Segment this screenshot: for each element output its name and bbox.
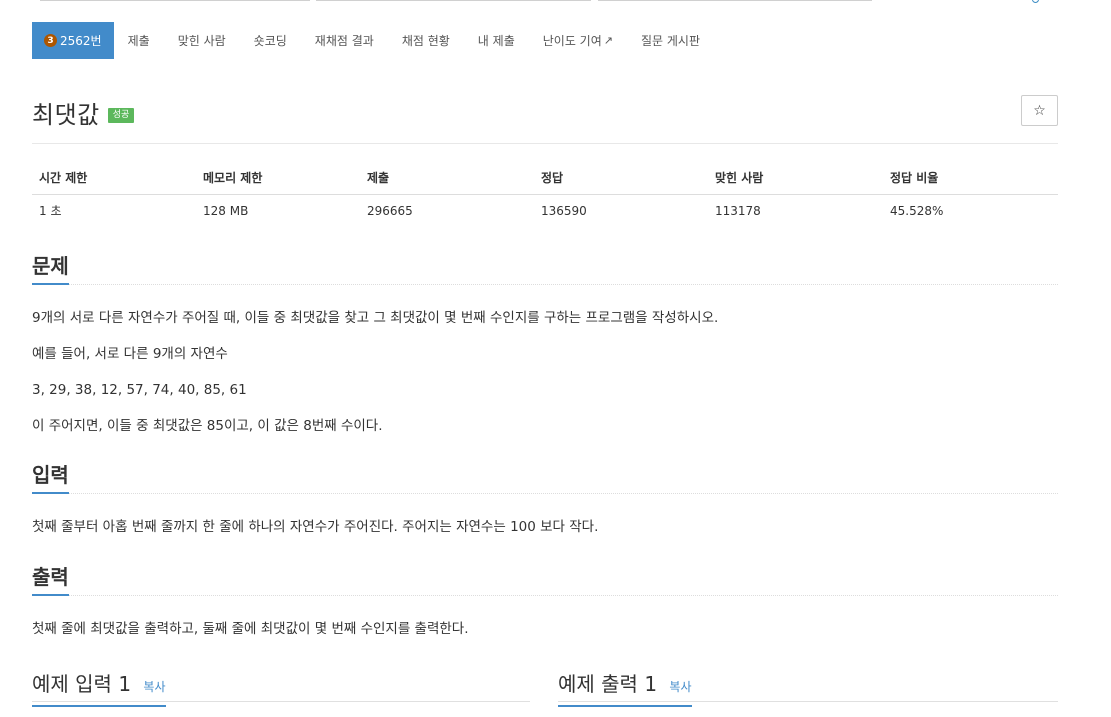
top-input-edge-3 [598,0,872,1]
nav-item-submit[interactable]: 제출 [114,22,164,59]
description-paragraph: 첫째 줄부터 아홉 번째 줄까지 한 줄에 하나의 자연수가 주어진다. 주어지… [32,519,599,535]
nav-item-short-coding[interactable]: 숏코딩 [240,22,301,59]
accepted-value: 136590 [541,203,587,218]
header-memory-limit: 메모리 제한 [196,162,360,195]
problem-info-table: 시간 제한 메모리 제한 제출 정답 맞힌 사람 정답 비율 1 초 128 M… [32,162,1058,227]
header-accept-ratio: 정답 비율 [883,162,1058,195]
output-description: 첫째 줄에 최댓값을 출력하고, 둘째 줄에 최댓값이 몇 번째 수인지를 출력… [32,596,1058,639]
tier-badge-icon: 3 [44,34,57,47]
section-header: 입력 [32,464,1058,494]
nav-item-my-submissions[interactable]: 내 제출 [464,22,529,59]
star-icon: ☆ [1033,102,1046,119]
problem-description: 9개의 서로 다른 자연수가 주어질 때, 이들 중 최댓값을 찾고 그 최댓값… [32,285,1058,436]
description-paragraph: 9개의 서로 다른 자연수가 주어질 때, 이들 중 최댓값을 찾고 그 최댓값… [32,310,719,326]
header-time-limit: 시간 제한 [32,162,196,195]
sample-output-header: 예제 출력 1 복사 [558,668,1058,707]
nav-item-label: 난이도 기여 [542,34,602,48]
description-paragraph: 3, 29, 38, 12, 57, 74, 40, 85, 61 [32,382,247,398]
section-title: 출력 [32,566,69,596]
submissions-value: 296665 [367,203,413,218]
solved-users-value: 113178 [715,203,761,218]
title-divider [32,143,1058,144]
sample-output-title: 예제 출력 1 복사 [558,668,692,707]
input-description: 첫째 줄부터 아홉 번째 줄까지 한 줄에 하나의 자연수가 주어진다. 주어지… [32,494,1058,537]
nav-item-status[interactable]: 채점 현황 [388,22,464,59]
section-title: 문제 [32,255,69,285]
problem-header: 최댓값 성공 [32,95,135,130]
description-paragraph: 예를 들어, 서로 다른 9개의 자연수 [32,346,228,362]
problem-nav: 3 2562번 제출 맞힌 사람 숏코딩 재채점 결과 채점 현황 내 제출 난… [32,22,714,59]
header-submissions: 제출 [360,162,534,195]
status-badge: 성공 [107,108,135,123]
description-paragraph: 이 주어지면, 이들 중 최댓값은 85이고, 이 값은 8번째 수이다. [32,418,383,434]
copy-input-button[interactable]: 복사 [143,680,165,694]
section-header: 문제 [32,255,1058,285]
section-header: 출력 [32,566,1058,596]
table-header-row: 시간 제한 메모리 제한 제출 정답 맞힌 사람 정답 비율 [32,162,1058,195]
external-link-icon: ↗ [603,34,613,47]
star-button[interactable]: ☆ [1021,95,1058,126]
output-section: 출력 첫째 줄에 최댓값을 출력하고, 둘째 줄에 최댓값이 몇 번째 수인지를… [32,566,1058,655]
header-accepted: 정답 [534,162,708,195]
time-limit-value: 1 초 [39,204,62,219]
accept-ratio-value: 45.528% [890,203,944,218]
sample-input-label: 예제 입력 1 [32,672,132,696]
nav-item-rejudge-results[interactable]: 재채점 결과 [301,22,388,59]
header-solved-users: 맞힌 사람 [708,162,883,195]
page-title: 최댓값 [32,101,100,129]
problem-section: 문제 9개의 서로 다른 자연수가 주어질 때, 이들 중 최댓값을 찾고 그 … [32,255,1058,452]
nav-item-problem[interactable]: 3 2562번 [32,22,114,59]
memory-limit-value: 128 MB [203,203,249,218]
nav-item-question-board[interactable]: 질문 게시판 [627,22,714,59]
nav-item-solved-users[interactable]: 맞힌 사람 [164,22,240,59]
input-section: 입력 첫째 줄부터 아홉 번째 줄까지 한 줄에 하나의 자연수가 주어진다. … [32,464,1058,553]
nav-item-difficulty-contribution[interactable]: 난이도 기여 ↗ [529,22,627,59]
sample-input-header: 예제 입력 1 복사 [32,668,530,707]
problem-number: 2562번 [60,34,102,48]
top-input-edge-1 [40,0,310,1]
search-icon[interactable] [1032,0,1039,3]
sample-output-label: 예제 출력 1 [558,672,658,696]
copy-output-button[interactable]: 복사 [669,680,691,694]
sample-input-title: 예제 입력 1 복사 [32,668,166,707]
table-row: 1 초 128 MB 296665 136590 113178 45.528% [32,194,1058,227]
top-input-edge-2 [316,0,591,1]
description-paragraph: 첫째 줄에 최댓값을 출력하고, 둘째 줄에 최댓값이 몇 번째 수인지를 출력… [32,621,469,637]
section-title: 입력 [32,464,69,494]
